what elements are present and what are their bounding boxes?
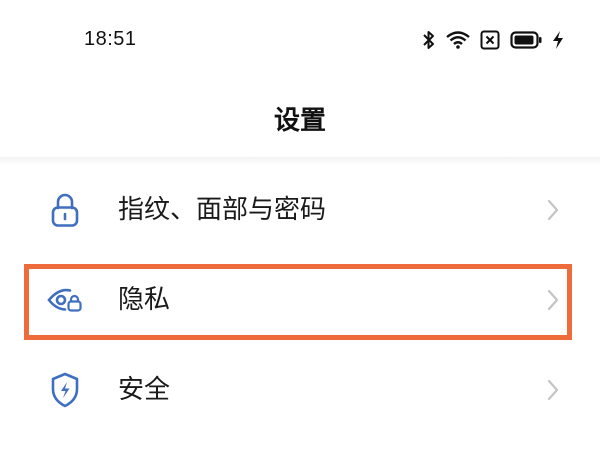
chevron-right-icon xyxy=(546,199,560,221)
settings-item-label: 安全 xyxy=(118,375,171,405)
status-icons xyxy=(422,26,564,54)
status-bar: 18:51 xyxy=(0,0,600,80)
privacy-eye-icon xyxy=(46,281,84,319)
settings-item-privacy[interactable]: 隐私 xyxy=(0,255,600,345)
no-sim-icon xyxy=(480,30,500,50)
settings-item-fingerprint-face-password[interactable]: 指纹、面部与密码 xyxy=(0,165,600,255)
status-time: 18:51 xyxy=(84,28,137,50)
bluetooth-icon xyxy=(422,30,436,50)
shield-icon xyxy=(46,371,84,409)
charging-icon xyxy=(552,30,564,50)
battery-icon xyxy=(510,31,542,49)
chevron-right-icon xyxy=(546,289,560,311)
lock-icon xyxy=(46,191,84,229)
chevron-right-icon xyxy=(546,379,560,401)
settings-item-label: 指纹、面部与密码 xyxy=(118,195,327,225)
settings-item-security[interactable]: 安全 xyxy=(0,345,600,435)
wifi-icon xyxy=(446,31,470,49)
page-title: 设置 xyxy=(273,106,326,136)
header-divider xyxy=(0,157,600,165)
settings-item-label: 隐私 xyxy=(118,285,171,315)
